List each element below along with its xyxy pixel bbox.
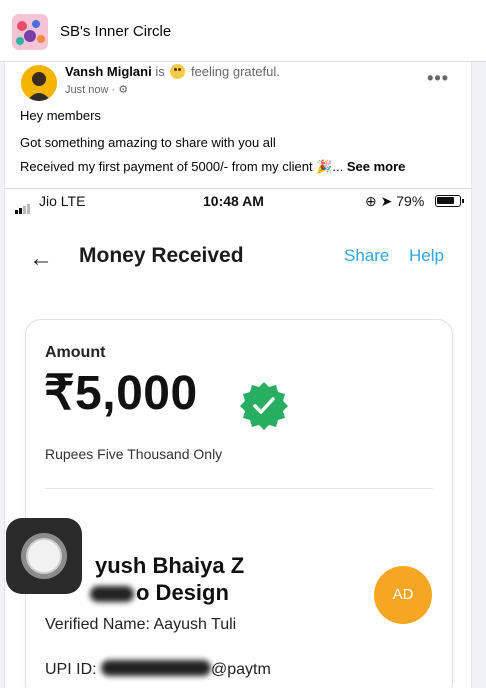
carrier: Jio LTE	[39, 193, 86, 209]
author-line: Vansh Miglani is feeling grateful.	[65, 64, 280, 79]
status-time: 10:48 AM	[203, 193, 264, 209]
upi-id: UPI ID: @paytm	[45, 660, 271, 679]
amount-value: ₹5,000	[44, 367, 198, 420]
payee-avatar: AD	[374, 566, 432, 624]
verified-name: Verified Name: Aayush Tuli	[45, 616, 237, 633]
see-more-link[interactable]: See more	[347, 159, 406, 174]
back-arrow-icon: ←	[29, 245, 53, 272]
group-header: SB's Inner Circle	[0, 0, 486, 62]
group-avatar[interactable]	[12, 14, 48, 50]
payee-name-line-2-text: o Design	[136, 580, 229, 605]
assistive-touch-button[interactable]	[6, 518, 82, 594]
help-link: Help	[409, 246, 444, 265]
post-line-3-text: Received my first payment of 5000/- from…	[20, 159, 344, 174]
battery-percent: 79%	[396, 193, 425, 209]
post-time[interactable]: Just now ·	[65, 84, 115, 96]
verified-check-icon	[240, 382, 288, 430]
attached-screenshot[interactable]: Jio LTE 10:48 AM ⊕ ➤ 79% ← Money Receive…	[5, 188, 471, 688]
group-name[interactable]: SB's Inner Circle	[60, 23, 171, 40]
post-meta: Just now · ⚙	[65, 83, 128, 96]
post-line-1: Hey members	[20, 108, 101, 123]
feeling-text: feeling grateful.	[190, 64, 280, 79]
more-options-icon[interactable]: •••	[427, 68, 449, 89]
location-icon: ➤	[380, 193, 393, 209]
rotation-lock-icon: ⊕	[365, 193, 377, 209]
share-link: Share	[344, 246, 390, 265]
payment-card: Amount ₹5,000 Rupees Five Thousand Only …	[25, 319, 453, 688]
post-line-2: Got something amazing to share with you …	[20, 135, 276, 150]
audience-icon[interactable]: ⚙	[118, 84, 128, 96]
author-avatar[interactable]	[21, 65, 57, 101]
redaction	[90, 586, 134, 602]
status-right: ⊕ ➤ 79%	[365, 193, 424, 210]
phone-status-bar: Jio LTE 10:48 AM ⊕ ➤ 79%	[5, 189, 471, 214]
battery-icon	[435, 195, 464, 207]
grateful-emoji-icon	[170, 64, 186, 79]
divider	[45, 488, 433, 489]
upi-label: UPI ID:	[45, 661, 97, 678]
signal-icon	[15, 198, 31, 214]
feeling-prefix: is	[155, 64, 165, 79]
post-line-3: Received my first payment of 5000/- from…	[20, 159, 405, 175]
author-name[interactable]: Vansh Miglani	[65, 64, 152, 79]
amount-label: Amount	[45, 344, 106, 361]
upi-redaction	[101, 660, 212, 676]
post-card: Vansh Miglani is feeling grateful. Just …	[4, 62, 472, 688]
payee-name-line-1: yush Bhaiya Z	[95, 553, 245, 578]
screen-title: Money Received	[79, 244, 244, 267]
payee-name-line-2: o Design	[90, 580, 229, 606]
upi-suffix: @paytm	[211, 661, 271, 678]
amount-in-words: Rupees Five Thousand Only	[45, 446, 223, 462]
